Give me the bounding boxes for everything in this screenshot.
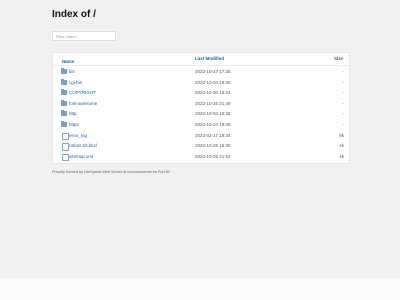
header-modified-link[interactable]: Last Modified [195,56,224,61]
folder-icon [61,121,67,127]
file-size: 4k [339,153,344,159]
file-size: - [342,69,345,74]
table-row[interactable]: sitemap.xml 2022-10-25 21:53 4k [53,152,349,163]
table-header: Name ↑ Last Modified Size [53,53,349,66]
file-size: - [342,79,345,85]
last-modified: 2022-10-04 18:32 [195,111,231,117]
file-size: 4k [339,143,344,149]
table-row[interactable]: http 2022-10-04 18:32 - [53,109,349,120]
file-icon [62,153,69,162]
table-row[interactable]: bin 2022-10-27 17:35 - [53,67,349,78]
last-modified: 2022-10-04 19:30 [195,79,231,85]
file-table: Name ↑ Last Modified Size bin 2022-10-27 1… [52,52,350,164]
last-modified: 2022-10-27 17:35 [195,69,231,74]
folder-icon [61,99,67,106]
header-size-link[interactable]: Size [334,56,343,61]
last-modified: 2022-10-30 18:24 [195,90,231,96]
table-row[interactable]: font-awesome 2022-10-25 21:49 - [53,99,349,110]
file-name-link[interactable]: error_log [69,133,87,138]
page-title: Index of / [52,9,96,20]
file-name-link[interactable]: robots.txt.bksl [69,143,97,148]
folder-icon [61,68,67,74]
folder-icon [61,110,67,117]
table-row[interactable]: cgi-bin 2022-10-04 19:30 - [53,78,349,89]
table-row[interactable]: robots.txt.bksl 2022-10-25 16:30 4k [53,141,349,152]
folder-icon [61,78,67,85]
bottom-strip [0,278,400,300]
folder-icon [61,89,67,96]
last-modified: 2022-10-25 16:30 [195,143,231,149]
file-icon [62,143,69,151]
file-name-link[interactable]: bin [69,69,75,74]
last-modified: 2022-10-25 21:53 [195,153,231,159]
file-name-link[interactable]: http [69,111,77,116]
last-modified: 2023-02-17 19:34 [195,132,231,138]
table-row[interactable]: COPYRIGHT 2022-10-30 18:24 - [53,88,349,99]
file-name-link[interactable]: COPYRIGHT [69,90,96,95]
last-modified: 2022-10-24 19:09 [195,122,231,127]
file-size: 8k [339,132,344,138]
file-name-link[interactable]: sitemap.xml [69,154,93,159]
server-footer: Proudly Served by LiteSpeed Web Server a… [52,170,171,174]
sort-up-icon: ↑ [64,59,67,64]
file-size: - [342,122,345,127]
filter-name-input[interactable] [52,31,116,41]
file-name-link[interactable]: https [69,122,79,127]
file-size: - [342,90,345,96]
file-icon [62,132,69,141]
file-name-link[interactable]: font-awesome [69,101,97,106]
table-row[interactable]: https 2022-10-24 19:09 - [53,120,349,131]
table-row[interactable]: error_log 2023-02-17 19:34 8k [53,131,349,142]
file-name-link[interactable]: cgi-bin [69,80,82,85]
file-size: - [342,100,345,106]
last-modified: 2022-10-25 21:49 [195,100,231,106]
file-size: - [342,111,345,117]
